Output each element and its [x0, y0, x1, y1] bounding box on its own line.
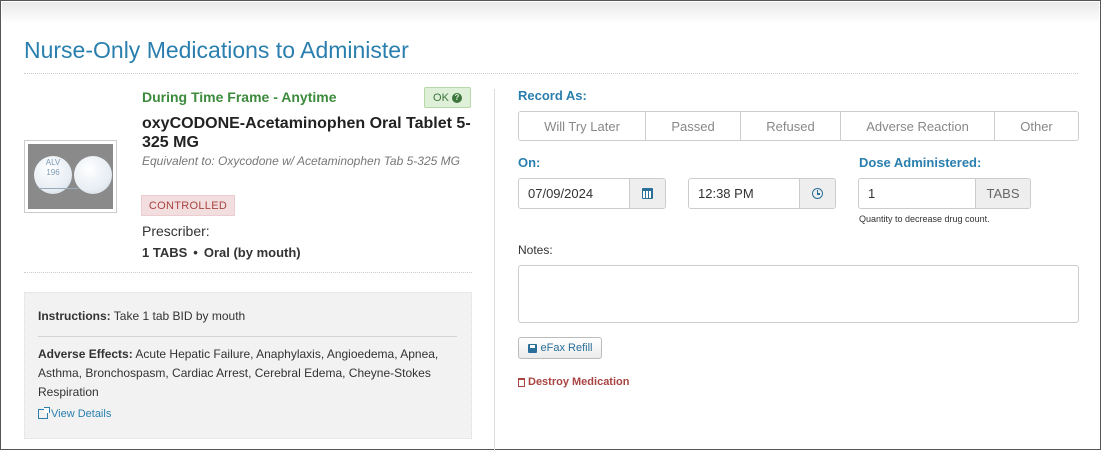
dose-input-group: 1 TABS [858, 178, 1031, 209]
calendar-button[interactable] [629, 179, 665, 208]
adverse-effects-label: Adverse Effects: [38, 347, 133, 361]
pill-imprint: ALV 196 [45, 158, 61, 177]
date-input[interactable]: 07/09/2024 [519, 179, 629, 208]
view-details-label: View Details [51, 408, 112, 420]
notes-label: Notes: [518, 243, 553, 257]
instructions-divider [38, 336, 457, 337]
time-frame-label: During Time Frame - Anytime [142, 89, 337, 105]
record-as-group: Will Try Later Passed Refused Adverse Re… [518, 111, 1079, 141]
destroy-medication-label: Destroy Medication [528, 376, 630, 388]
clock-button[interactable] [799, 179, 835, 208]
external-link-icon [38, 407, 50, 419]
dose-unit: TABS [975, 179, 1030, 208]
pill-image: ALV 196 [24, 140, 117, 213]
time-input[interactable]: 12:38 PM [689, 179, 799, 208]
time-input-group: 12:38 PM [688, 178, 836, 209]
dose-help-text: Quantity to decrease drug count. [859, 214, 990, 224]
instructions: Instructions: Take 1 tab BID by mouth [38, 309, 245, 323]
date-input-group: 07/09/2024 [518, 178, 666, 209]
status-badge-label: OK [433, 91, 449, 104]
left-divider [24, 272, 472, 273]
controlled-badge: CONTROLLED [141, 195, 235, 216]
notes-textarea[interactable] [518, 265, 1079, 323]
status-badge[interactable]: OK ? [424, 87, 471, 108]
record-as-label: Record As: [518, 88, 587, 103]
dose-administered-label: Dose Administered: [859, 155, 982, 170]
top-shade [2, 2, 1099, 24]
adverse-effects: Adverse Effects: Acute Hepatic Failure, … [38, 345, 463, 402]
efax-refill-label: eFax Refill [540, 342, 593, 354]
instructions-box: Instructions: Take 1 tab BID by mouth Ad… [24, 292, 472, 439]
dose-route: 1 TABS • Oral (by mouth) [142, 245, 301, 260]
dose-separator: • [193, 245, 198, 260]
question-icon: ? [451, 92, 462, 103]
efax-refill-button[interactable]: eFax Refill [518, 337, 602, 359]
trash-icon [518, 377, 525, 387]
calendar-icon [642, 188, 653, 199]
pill-right [74, 156, 112, 194]
instructions-text: Take 1 tab BID by mouth [113, 309, 246, 323]
dose-quantity: 1 TABS [142, 245, 188, 260]
page-title: Nurse-Only Medications to Administer [24, 37, 409, 63]
column-divider [494, 89, 495, 451]
destroy-medication-link[interactable]: Destroy Medication [518, 376, 629, 388]
record-option-refused[interactable]: Refused [741, 112, 841, 140]
record-option-will-try-later[interactable]: Will Try Later [519, 112, 646, 140]
dose-route-text: Oral (by mouth) [203, 245, 301, 260]
record-option-other[interactable]: Other [995, 112, 1078, 140]
medication-panel: Nurse-Only Medications to Administer ALV… [0, 0, 1101, 451]
medication-name: oxyCODONE-Acetaminophen Oral Tablet 5-32… [142, 115, 471, 151]
record-option-passed[interactable]: Passed [646, 112, 741, 140]
dose-input[interactable]: 1 [859, 179, 975, 208]
medication-equivalent: Equivalent to: Oxycodone w/ Acetaminophe… [142, 154, 460, 168]
title-divider [24, 73, 1078, 74]
clock-icon [812, 188, 823, 199]
record-option-adverse-reaction[interactable]: Adverse Reaction [841, 112, 995, 140]
prescriber-label: Prescriber: [142, 223, 210, 239]
view-details-link[interactable]: View Details [38, 407, 112, 420]
fax-icon [527, 343, 537, 353]
instructions-label: Instructions: [38, 309, 111, 323]
on-label: On: [518, 155, 541, 170]
